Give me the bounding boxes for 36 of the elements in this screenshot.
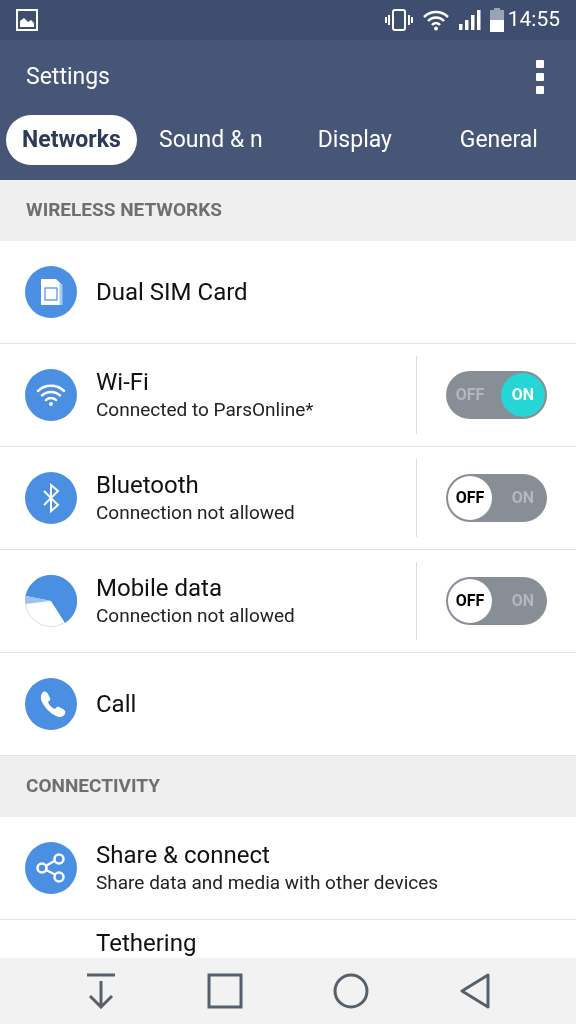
row-title: Call [96, 689, 138, 719]
tab[interactable]: Networks [6, 115, 137, 165]
wifi-signal-icon [421, 9, 450, 31]
tab[interactable]: Display [284, 115, 425, 165]
row-title: Dual SIM Card [96, 277, 249, 307]
section-header: CONNECTIVITY [0, 756, 576, 817]
image-icon [16, 9, 38, 31]
app-bar-title: Settings [26, 61, 111, 92]
download-icon[interactable] [85, 973, 117, 1009]
recents-icon[interactable] [207, 973, 243, 1009]
back-icon[interactable] [459, 973, 491, 1009]
share-icon [25, 842, 77, 894]
row-title: Wi-Fi [96, 367, 150, 397]
row-title: Bluetooth [96, 470, 200, 500]
section-header: WIRELESS NETWORKS [0, 180, 576, 241]
clock-text: 14:55 [507, 6, 560, 34]
row-title: Mobile data [96, 573, 223, 603]
pie-chart-icon [25, 575, 77, 627]
settings-row[interactable]: Share & connect Share data and media with other devices [0, 817, 576, 920]
row-subtitle: Share data and media with other devices [96, 870, 440, 896]
row-title: Share & connect [96, 840, 271, 870]
settings-row[interactable]: Dual SIM Card [0, 241, 576, 344]
row-subtitle: Connection not allowed [96, 603, 296, 629]
tab[interactable]: Sound & n [140, 115, 281, 165]
tab[interactable]: General [428, 115, 569, 165]
sim-card-icon [25, 266, 77, 318]
wifi-icon [25, 369, 77, 421]
cell-signal-icon [457, 9, 482, 31]
bluetooth-icon [25, 472, 77, 524]
row-subtitle: Connected to ParsOnline* [96, 397, 315, 423]
row-title: Tethering [96, 928, 198, 958]
home-icon[interactable] [333, 973, 369, 1009]
phone-icon [25, 678, 77, 730]
row-subtitle: Connection not allowed [96, 500, 296, 526]
battery-icon [489, 8, 504, 32]
vibrate-icon [383, 8, 414, 32]
